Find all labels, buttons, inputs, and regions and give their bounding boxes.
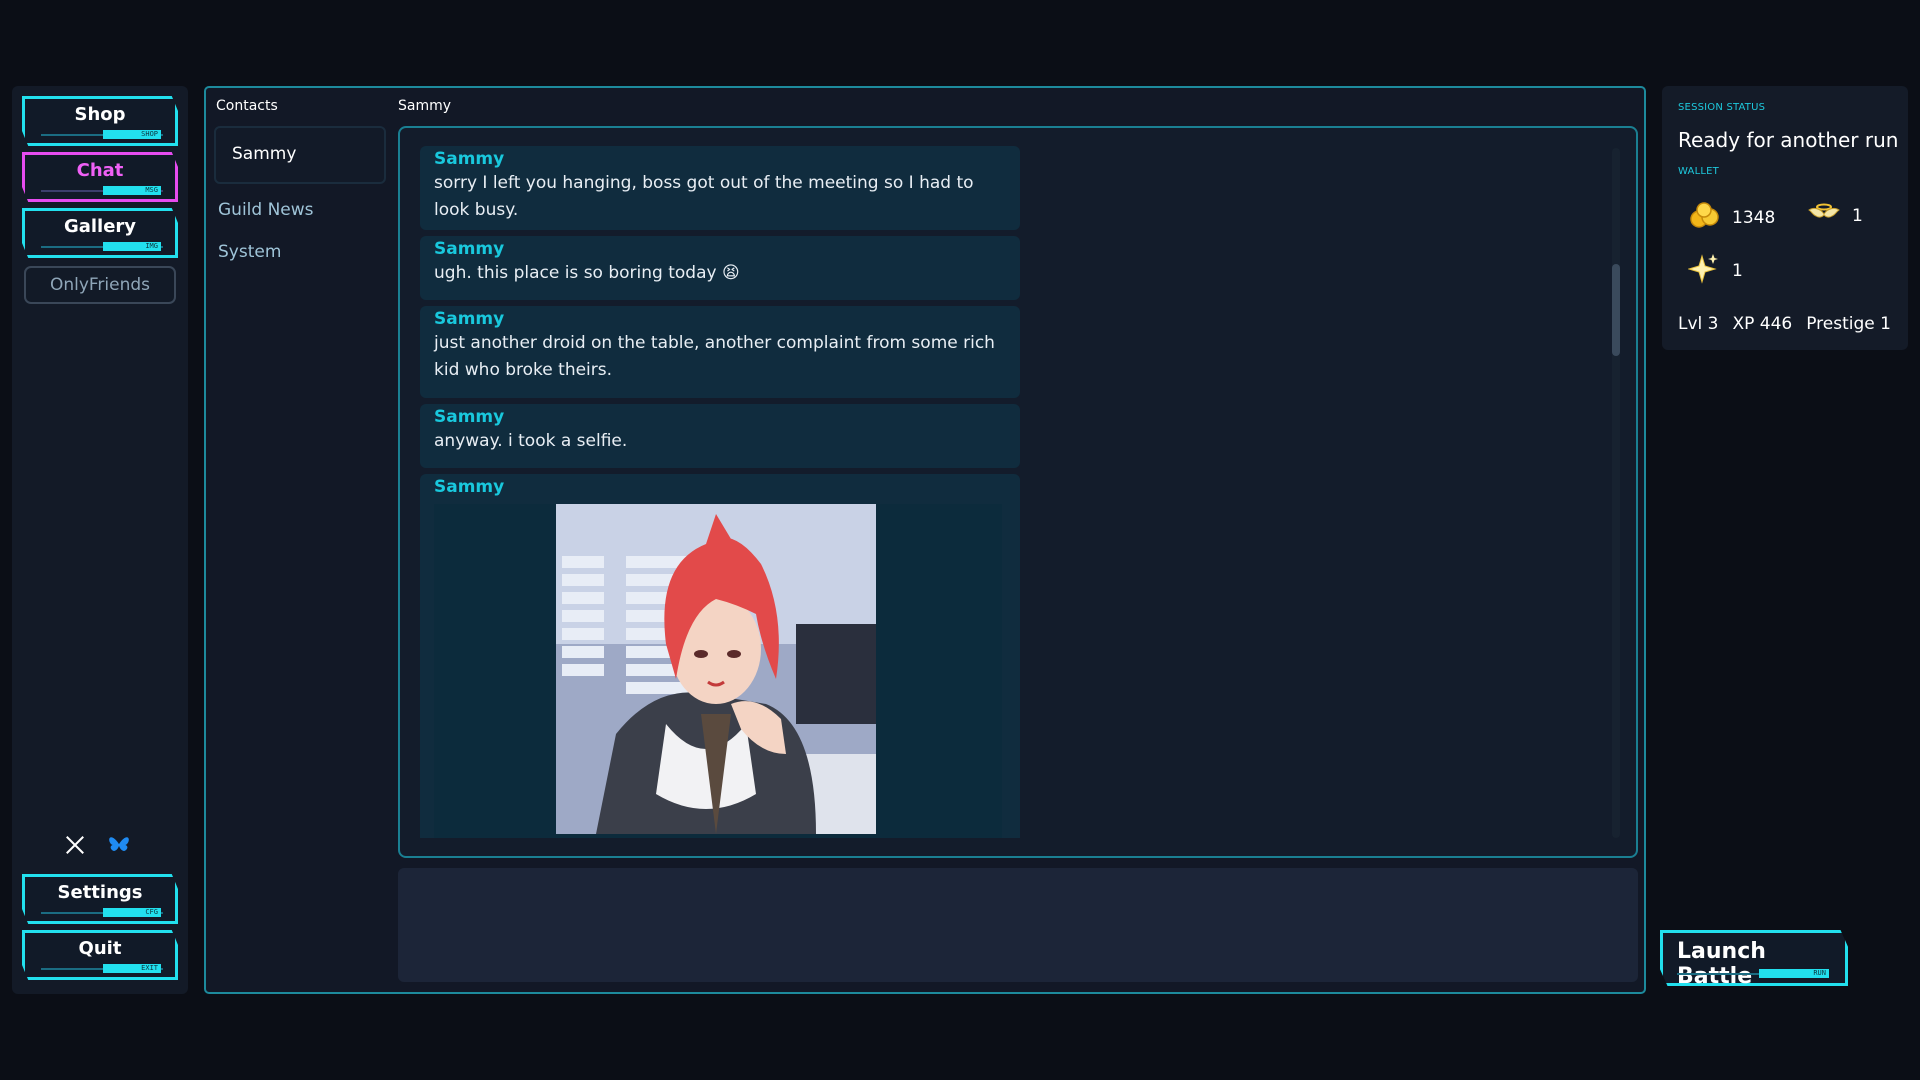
- contact-guild-news[interactable]: Guild News: [218, 200, 314, 220]
- selfie-image[interactable]: [556, 504, 876, 834]
- session-status-caption: SESSION STATUS: [1678, 102, 1766, 113]
- chat-label: Chat: [76, 160, 124, 181]
- contacts-title: Contacts: [216, 98, 278, 114]
- chat-panel: Contacts Sammy Guild News System Sammy S…: [204, 86, 1646, 994]
- quit-label: Quit: [78, 938, 122, 959]
- bluesky-icon[interactable]: [108, 835, 130, 859]
- wallet-coins: 1348: [1690, 202, 1775, 233]
- gallery-button[interactable]: Gallery IMG: [22, 208, 178, 258]
- onlyfriends-button[interactable]: OnlyFriends: [24, 266, 176, 304]
- x-icon[interactable]: [64, 834, 86, 860]
- message-photo-frame: [434, 504, 1002, 838]
- wallet-caption: WALLET: [1678, 166, 1719, 177]
- settings-button[interactable]: Settings CFG: [22, 874, 178, 924]
- coins-icon: [1690, 202, 1720, 233]
- message-sender: Sammy: [434, 239, 505, 259]
- wallet-sparkles: 1: [1687, 252, 1743, 289]
- scrollbar-thumb[interactable]: [1612, 264, 1620, 356]
- gallery-label: Gallery: [63, 216, 137, 237]
- shop-button[interactable]: Shop SHOP: [22, 96, 178, 146]
- prestige-value: Prestige 1: [1806, 314, 1891, 334]
- message-text: just another droid on the table, another…: [434, 333, 995, 380]
- launch-battle-label: Launch Battle: [1677, 939, 1766, 989]
- level-value: Lvl 3: [1678, 314, 1719, 334]
- message-sender: Sammy: [434, 477, 505, 497]
- message-item: Sammy: [420, 474, 1020, 838]
- wallet-wings: 1: [1808, 202, 1863, 229]
- onlyfriends-label: OnlyFriends: [49, 275, 151, 295]
- shop-tag: SHOP: [103, 130, 161, 139]
- message-item: Sammy sorry I left you hanging, boss got…: [420, 146, 1020, 230]
- coins-value: 1348: [1732, 207, 1776, 228]
- message-item: Sammy just another droid on the table, a…: [420, 306, 1020, 398]
- message-list: Sammy sorry I left you hanging, boss got…: [420, 146, 1020, 838]
- quit-tag: EXIT: [103, 964, 161, 973]
- sparkle-icon: [1687, 252, 1720, 289]
- chat-tag: MSG: [103, 186, 161, 195]
- chat-title: Sammy: [398, 98, 452, 114]
- launch-battle-tag: RUN: [1759, 969, 1829, 978]
- contact-system[interactable]: System: [218, 242, 281, 262]
- message-text: ugh. this place is so boring today 😫: [434, 263, 740, 283]
- message-text: anyway. i took a selfie.: [434, 431, 628, 451]
- quit-button[interactable]: Quit EXIT: [22, 930, 178, 980]
- message-sender: Sammy: [434, 407, 505, 427]
- message-item: Sammy anyway. i took a selfie.: [420, 404, 1020, 468]
- gallery-tag: IMG: [103, 242, 161, 251]
- wings-value: 1: [1852, 205, 1863, 226]
- chat-button[interactable]: Chat MSG: [22, 152, 178, 202]
- player-stats: Lvl 3 XP 446 Prestige 1: [1678, 314, 1891, 334]
- launch-battle-button[interactable]: Launch Battle RUN: [1660, 930, 1848, 986]
- session-status-text: Ready for another run: [1678, 128, 1899, 152]
- shop-label: Shop: [74, 104, 126, 125]
- settings-label: Settings: [57, 882, 143, 903]
- settings-tag: CFG: [103, 908, 161, 917]
- message-item: Sammy ugh. this place is so boring today…: [420, 236, 1020, 300]
- message-area: Sammy sorry I left you hanging, boss got…: [398, 126, 1638, 858]
- compose-input[interactable]: [398, 868, 1638, 982]
- message-text: sorry I left you hanging, boss got out o…: [434, 173, 974, 220]
- winged-halo-icon: [1808, 202, 1840, 229]
- message-sender: Sammy: [434, 149, 505, 169]
- message-scrollbar[interactable]: [1612, 148, 1620, 838]
- social-links: [64, 834, 130, 860]
- xp-value: XP 446: [1732, 314, 1793, 334]
- sparkles-value: 1: [1732, 260, 1743, 281]
- contact-sammy[interactable]: Sammy: [214, 126, 386, 184]
- message-sender: Sammy: [434, 309, 505, 329]
- left-nav: Shop SHOP Chat MSG Gallery IMG OnlyFrien…: [12, 86, 188, 994]
- session-status-panel: SESSION STATUS Ready for another run WAL…: [1662, 86, 1908, 350]
